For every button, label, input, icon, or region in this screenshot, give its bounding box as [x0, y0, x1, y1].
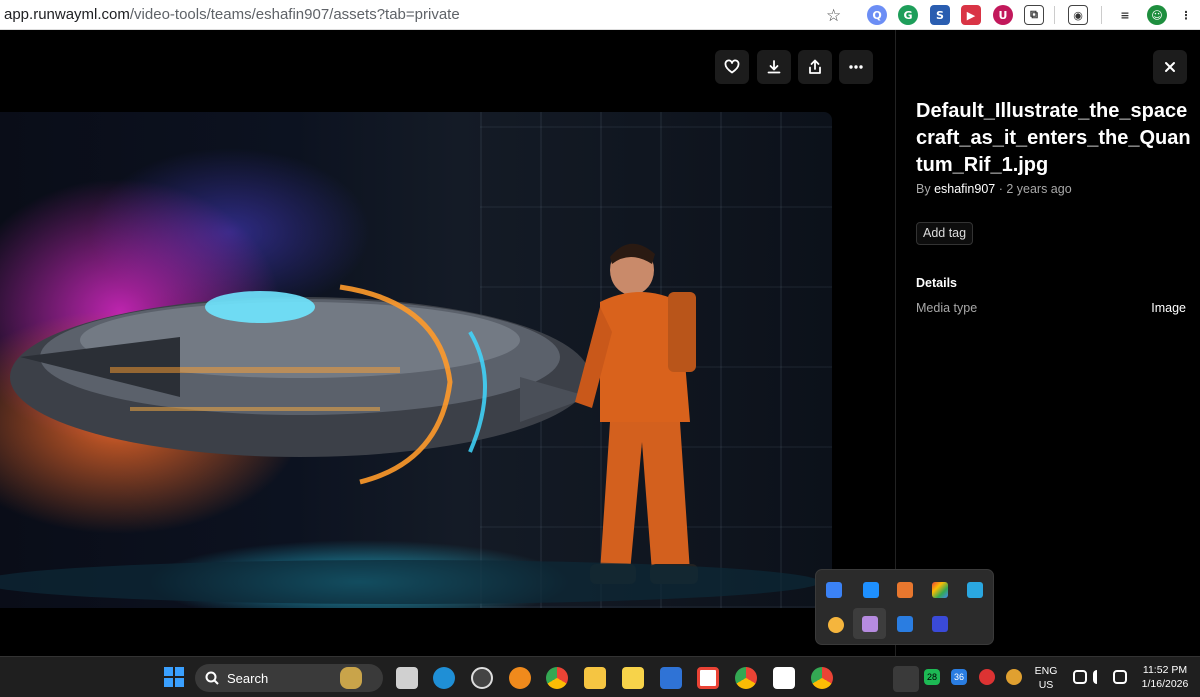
- favorite-button[interactable]: [715, 50, 749, 84]
- search-app-icon[interactable]: [509, 667, 531, 689]
- chrome-window-icon[interactable]: [811, 667, 833, 689]
- capcut-icon[interactable]: [773, 667, 795, 689]
- extensions-puzzle-icon[interactable]: ⧉: [1024, 5, 1044, 25]
- close-icon: [1165, 62, 1175, 72]
- tray-app-icon[interactable]: [932, 582, 948, 598]
- add-tag-button[interactable]: Add tag: [916, 222, 974, 245]
- tray-app-icon[interactable]: [826, 582, 842, 598]
- windows-start-icon[interactable]: [164, 667, 184, 687]
- asset-image[interactable]: [0, 112, 832, 608]
- asset-title: Default_Illustrate_the_spacecraft_as_it_…: [916, 100, 1191, 176]
- tray-chevron-up-icon[interactable]: [893, 666, 919, 692]
- language-line-2: US: [1038, 679, 1054, 691]
- url-host: app.runwayml.com: [4, 6, 130, 23]
- edge-icon[interactable]: [433, 667, 455, 689]
- tray-app-icon[interactable]: [967, 582, 983, 598]
- tray-app-icon[interactable]: [863, 582, 879, 598]
- image-illustration: [0, 243, 820, 604]
- tray-app-icon[interactable]: [828, 617, 844, 633]
- close-button[interactable]: [1153, 50, 1187, 84]
- calendar-badge-a[interactable]: 28: [924, 669, 940, 685]
- bookmark-star-icon[interactable]: ☆: [826, 6, 841, 26]
- battery-icon[interactable]: [1113, 670, 1127, 684]
- search-label: Search: [227, 670, 269, 686]
- tray-app-icon[interactable]: [862, 616, 878, 632]
- media-type-value: Image: [1151, 301, 1186, 315]
- asset-details-panel: Default_Illustrate_the_spacecraft_as_it_…: [895, 30, 1200, 656]
- share-button[interactable]: [798, 50, 832, 84]
- search-highlight-icon: [340, 667, 362, 689]
- asset-byline: By eshafin907 · 2 years ago: [916, 182, 1072, 196]
- download-icon: [767, 60, 781, 74]
- security-tray-icon[interactable]: [979, 669, 995, 685]
- author-link[interactable]: eshafin907: [934, 182, 995, 196]
- extension-grammar-icon[interactable]: G: [898, 5, 918, 25]
- chrome-profile-icon[interactable]: [735, 667, 757, 689]
- toolbar-divider: [1101, 6, 1102, 24]
- task-view-icon[interactable]: [396, 667, 418, 689]
- toolbar-divider: [1054, 6, 1055, 24]
- url-path: /video-tools/teams/eshafin907/assets?tab…: [129, 6, 460, 23]
- file-explorer-icon[interactable]: [584, 667, 606, 689]
- clock[interactable]: 11:52 PM 1/16/2026: [1135, 663, 1195, 691]
- calendar-badge-b[interactable]: 36: [951, 669, 967, 685]
- heart-icon: [724, 59, 740, 74]
- language-line-1: ENG: [1034, 665, 1058, 677]
- asset-viewer: [0, 30, 895, 656]
- sticky-notes-icon[interactable]: [622, 667, 644, 689]
- search-icon: [205, 671, 219, 685]
- tray-shield-icon[interactable]: [897, 616, 913, 632]
- volume-icon[interactable]: [1093, 670, 1107, 684]
- extension-s-icon[interactable]: S: [930, 5, 950, 25]
- sync-tray-icon[interactable]: [1006, 669, 1022, 685]
- details-heading: Details: [916, 276, 957, 290]
- byline-prefix: By: [916, 182, 935, 196]
- tray-app-icon[interactable]: [932, 616, 948, 632]
- clock-time: 11:52 PM: [1142, 664, 1188, 676]
- taskbar: Search 28 36 ENG US 11:52 PM 1/16/2026: [0, 656, 1200, 697]
- screenshot-icon[interactable]: ◉: [1068, 5, 1088, 25]
- tray-app-icon[interactable]: [897, 582, 913, 598]
- extension-shield-icon[interactable]: U: [993, 5, 1013, 25]
- browser-menu-icon[interactable]: ⋮: [1176, 5, 1196, 25]
- tray-overflow-popup: [815, 569, 994, 645]
- more-icon: [849, 65, 863, 69]
- chrome-icon[interactable]: [546, 667, 568, 689]
- network-icon[interactable]: [1073, 670, 1087, 684]
- language-indicator[interactable]: ENG US: [1033, 664, 1059, 692]
- obs-icon[interactable]: [471, 667, 493, 689]
- gmail-icon[interactable]: [697, 667, 719, 689]
- extension-pocket-icon[interactable]: ▶: [961, 5, 981, 25]
- more-options-button[interactable]: [839, 50, 873, 84]
- notepad-icon[interactable]: [660, 667, 682, 689]
- extension-search-icon[interactable]: Q: [867, 5, 887, 25]
- media-controls-icon[interactable]: ≡: [1115, 5, 1135, 25]
- media-type-label: Media type: [916, 301, 978, 315]
- clock-date: 1/16/2026: [1141, 678, 1189, 690]
- download-button[interactable]: [757, 50, 791, 84]
- asset-age: · 2 years ago: [995, 182, 1072, 196]
- browser-toolbar: app.runwayml.com/video-tools/teams/eshaf…: [0, 0, 1200, 30]
- profile-avatar-icon[interactable]: ☺: [1147, 5, 1167, 25]
- address-bar[interactable]: app.runwayml.com/video-tools/teams/eshaf…: [4, 6, 460, 23]
- share-icon: [809, 59, 821, 74]
